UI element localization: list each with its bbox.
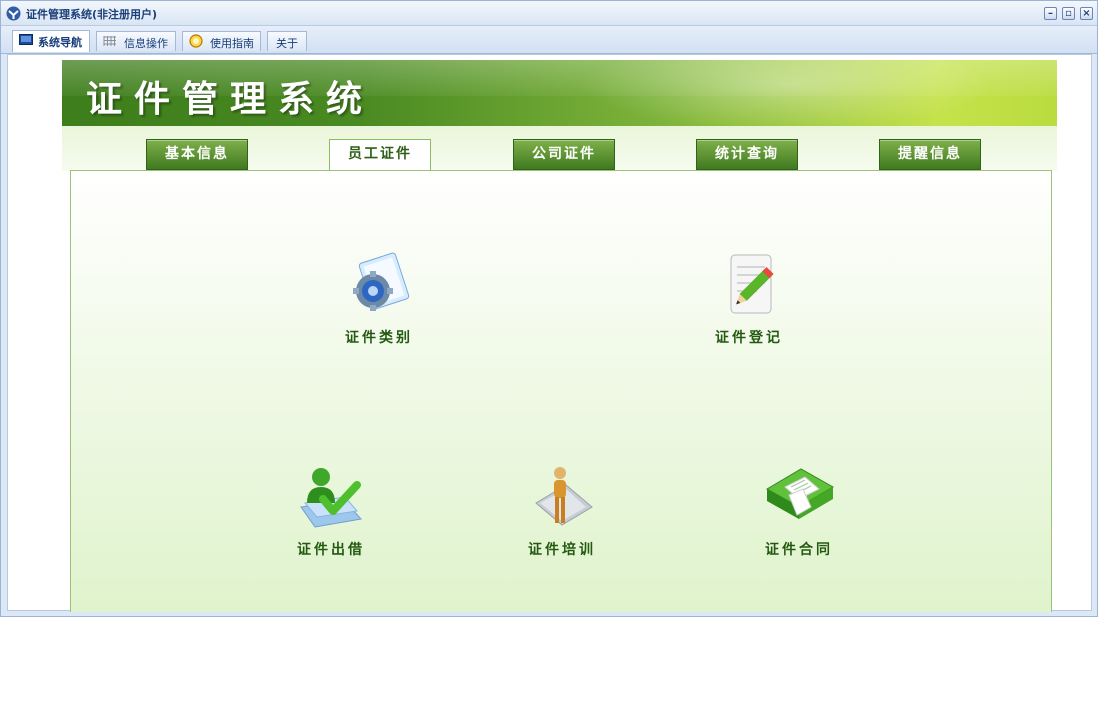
feature-label: 证件类别 [345,330,413,346]
feature-certificate-training[interactable]: 证件培训 [492,463,632,559]
tab-basic-info[interactable]: 基本信息 [146,139,248,170]
monitor-icon [19,34,33,45]
window-title: 证件管理系统(非注册用户) [26,8,158,21]
tab-system-nav[interactable]: 系统导航 [12,30,90,52]
user-check-icon [300,468,362,528]
tab-statistics-query[interactable]: 统计查询 [696,139,798,170]
contract-book-icon [765,468,835,519]
help-circle-icon [189,34,203,48]
tab-label: 使用指南 [210,37,254,50]
top-tab-strip: 系统导航 信息操作 使用指南 关于 [1,26,1097,54]
app-window: 证件管理系统(非注册用户) – ▫ × 系统导航 信息操作 使用指南 关于 证件… [0,0,1098,617]
tab-reminders[interactable]: 提醒信息 [879,139,981,170]
tab-about[interactable]: 关于 [267,31,307,51]
feature-label: 证件培训 [528,542,596,558]
feature-label: 证件登记 [715,330,783,346]
restore-icon: ▫ [1065,8,1072,19]
app-logo-icon [6,6,21,21]
feature-certificate-registration[interactable]: 证件登记 [679,251,819,347]
restore-button[interactable]: ▫ [1062,7,1075,20]
banner-title: 证件管理系统 [86,78,375,120]
feature-panel: 证件类别 证件登记 证件出借 证件培训 证件合同 [70,170,1052,612]
feature-certificate-lending[interactable]: 证件出借 [261,463,401,559]
close-button[interactable]: × [1080,7,1093,20]
tab-user-guide[interactable]: 使用指南 [182,31,261,51]
tab-label: 系统导航 [38,36,82,49]
banner: 证件管理系统 [62,60,1057,126]
feature-certificate-category[interactable]: 证件类别 [309,251,449,347]
gear-document-icon [353,252,410,311]
grid-icon [103,36,116,46]
minimize-icon: – [1048,8,1053,19]
close-icon: × [1082,8,1091,19]
tab-label: 关于 [276,37,298,50]
tab-employee-certificates[interactable]: 员工证件 [329,139,431,171]
main-content: 证件管理系统 基本信息 员工证件 公司证件 统计查询 提醒信息 证件类别 证件登… [7,54,1092,612]
module-tab-bar: 基本信息 员工证件 公司证件 统计查询 提醒信息 [62,126,1057,171]
feature-label: 证件出借 [297,542,365,558]
tab-label: 信息操作 [124,37,168,50]
feature-certificate-contract[interactable]: 证件合同 [729,463,869,559]
pencil-note-icon [730,254,774,314]
tab-info-operation[interactable]: 信息操作 [96,31,176,51]
minimize-button[interactable]: – [1044,7,1057,20]
tab-company-certificates[interactable]: 公司证件 [513,139,615,170]
title-bar: 证件管理系统(非注册用户) – ▫ × [1,1,1097,26]
trainer-icon [535,467,593,526]
feature-label: 证件合同 [765,542,833,558]
